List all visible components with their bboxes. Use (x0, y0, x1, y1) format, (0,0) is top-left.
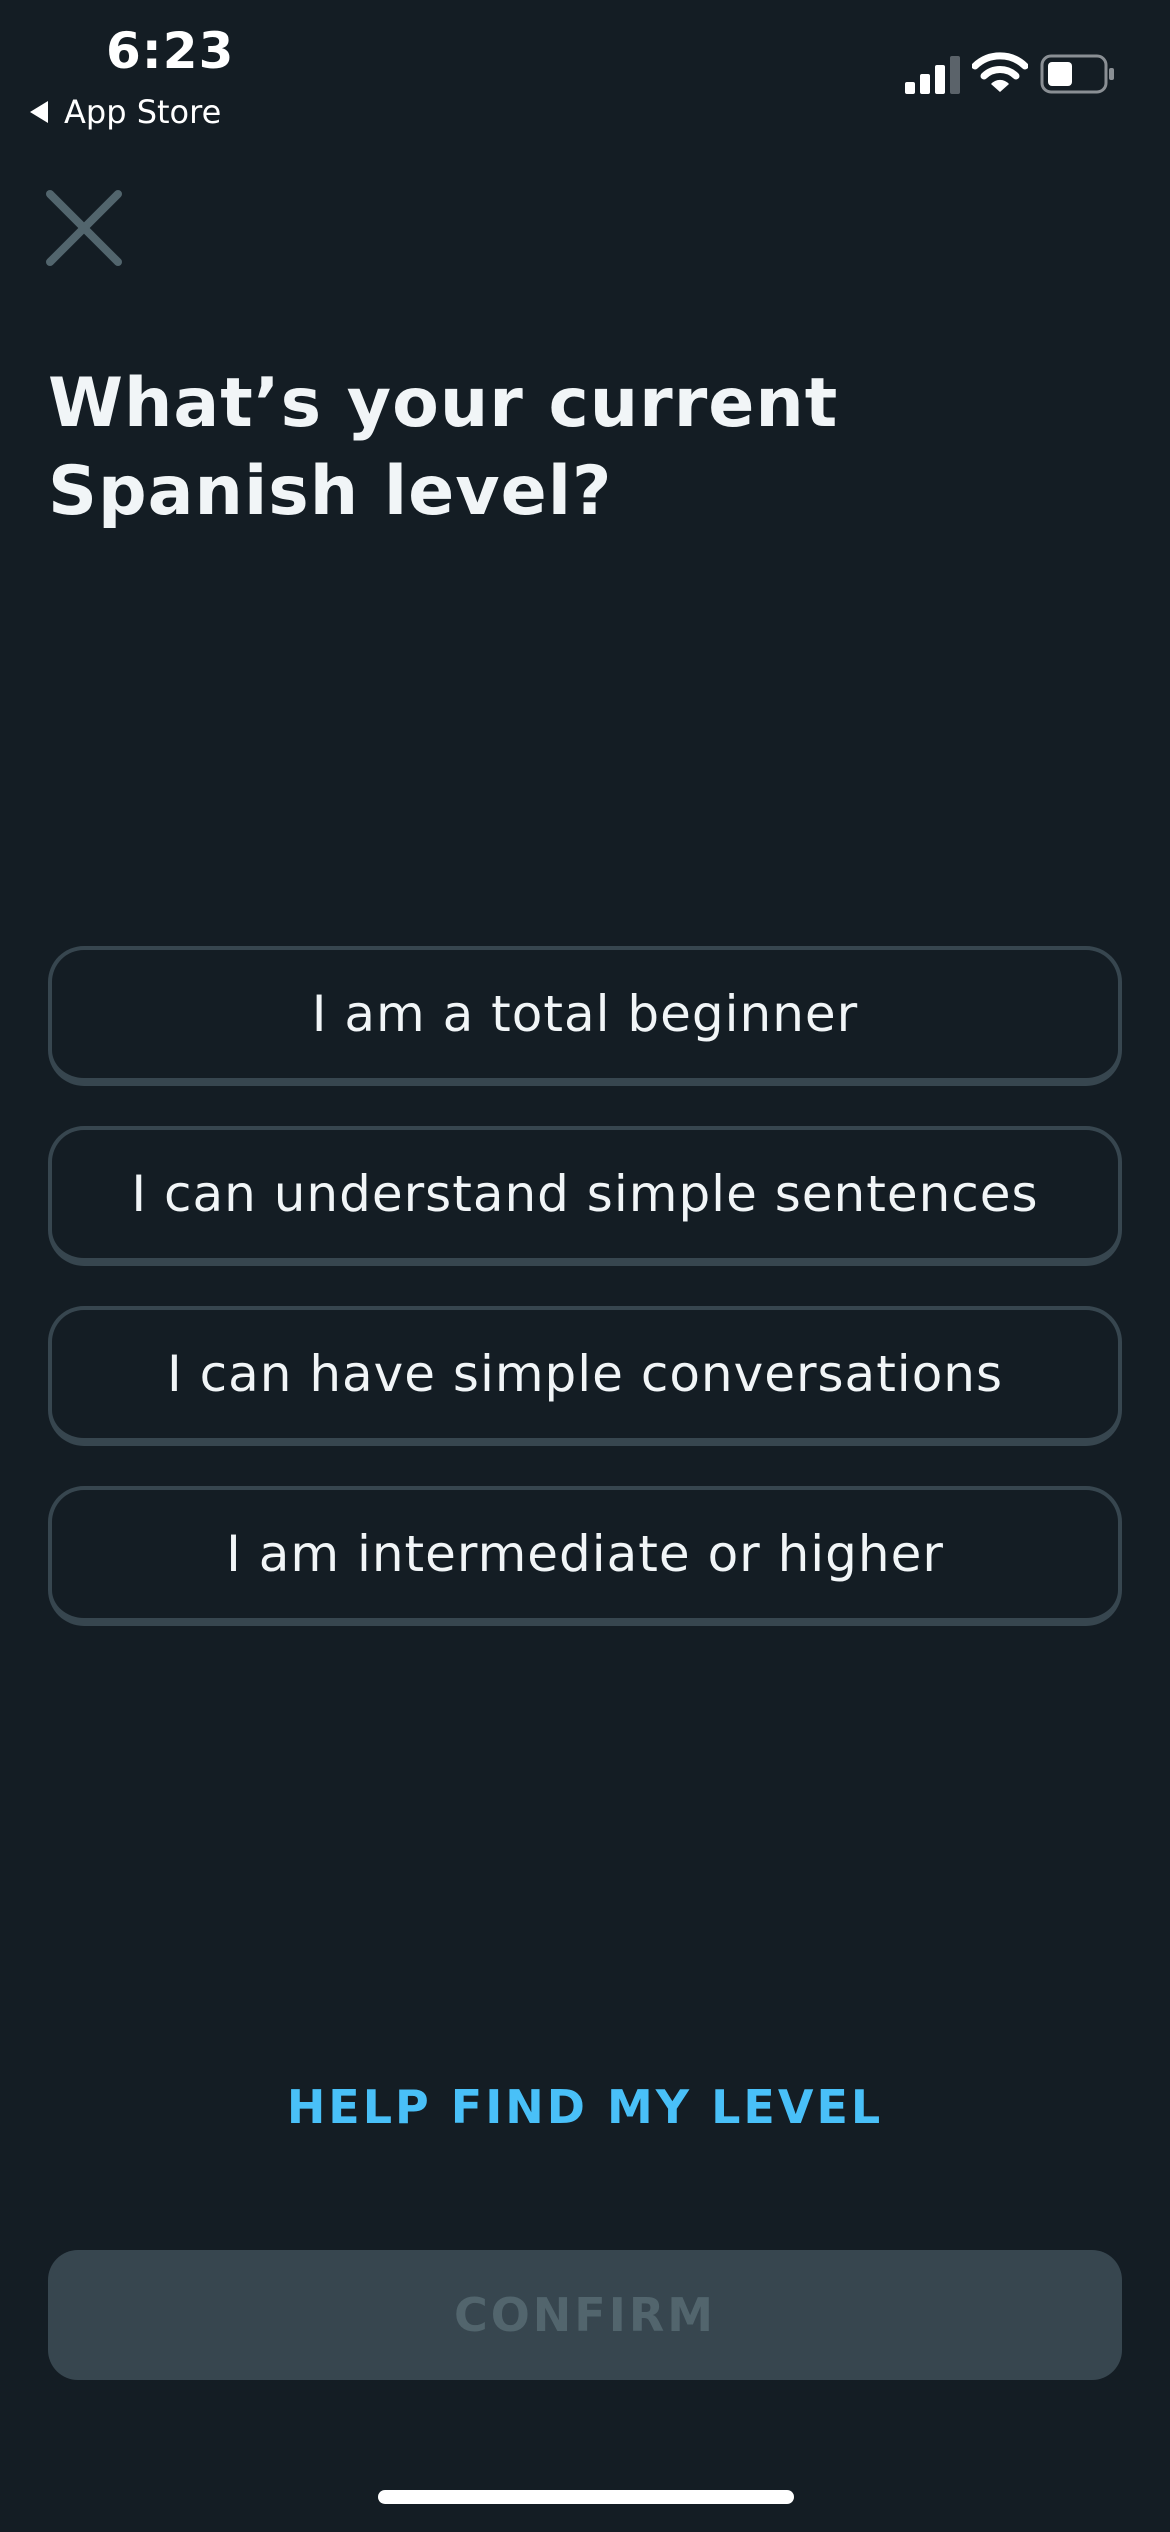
back-arrow-icon (30, 101, 48, 123)
page-title: What’s your current Spanish level? (48, 364, 839, 531)
option-simple-sentences[interactable]: I can understand simple sentences (48, 1126, 1122, 1266)
status-time: 6:23 (106, 22, 235, 80)
level-options: I am a total beginner I can understand s… (48, 946, 1122, 1666)
back-to-app-store[interactable]: App Store (30, 92, 221, 132)
wifi-icon (972, 52, 1028, 92)
cellular-signal-icon (905, 56, 960, 94)
close-icon[interactable] (44, 188, 124, 268)
option-intermediate-or-higher[interactable]: I am intermediate or higher (48, 1486, 1122, 1626)
confirm-button[interactable]: CONFIRM (48, 2250, 1122, 2380)
battery-icon (1040, 54, 1114, 94)
option-total-beginner[interactable]: I am a total beginner (48, 946, 1122, 1086)
option-simple-conversations[interactable]: I can have simple conversations (48, 1306, 1122, 1446)
back-app-label: App Store (64, 93, 222, 131)
help-find-my-level-link[interactable]: HELP FIND MY LEVEL (0, 2080, 1170, 2134)
home-indicator[interactable] (378, 2490, 794, 2504)
